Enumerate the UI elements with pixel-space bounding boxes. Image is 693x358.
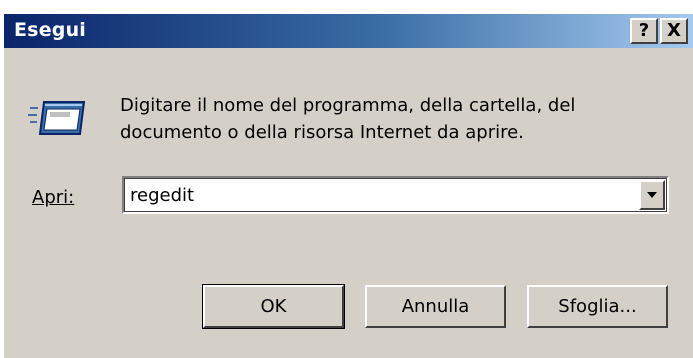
open-label: Apri: (32, 187, 74, 208)
desktop-strip (0, 0, 693, 14)
chevron-down-icon (647, 192, 657, 198)
cancel-button[interactable]: Annulla (365, 285, 506, 328)
close-button[interactable]: X (660, 18, 688, 44)
instruction-line-1: Digitare il nome del programma, della ca… (120, 95, 576, 116)
instruction-line-2: documento o della risorsa Internet da ap… (120, 122, 524, 143)
dropdown-button[interactable] (639, 180, 665, 210)
open-input[interactable] (130, 183, 630, 207)
ok-button[interactable]: OK (202, 284, 345, 329)
help-button[interactable]: ? (630, 18, 658, 44)
run-dialog: Esegui ? X Digitare il nome del programm… (4, 14, 693, 358)
title-bar[interactable]: Esegui ? X (4, 14, 693, 48)
open-combobox[interactable] (122, 176, 669, 214)
browse-button[interactable]: Sfoglia... (527, 285, 668, 328)
window-title: Esegui (14, 19, 87, 41)
instruction-text: Digitare il nome del programma, della ca… (120, 92, 640, 146)
run-dialog-icon (28, 101, 86, 135)
open-label-text: Apri: (32, 187, 75, 208)
